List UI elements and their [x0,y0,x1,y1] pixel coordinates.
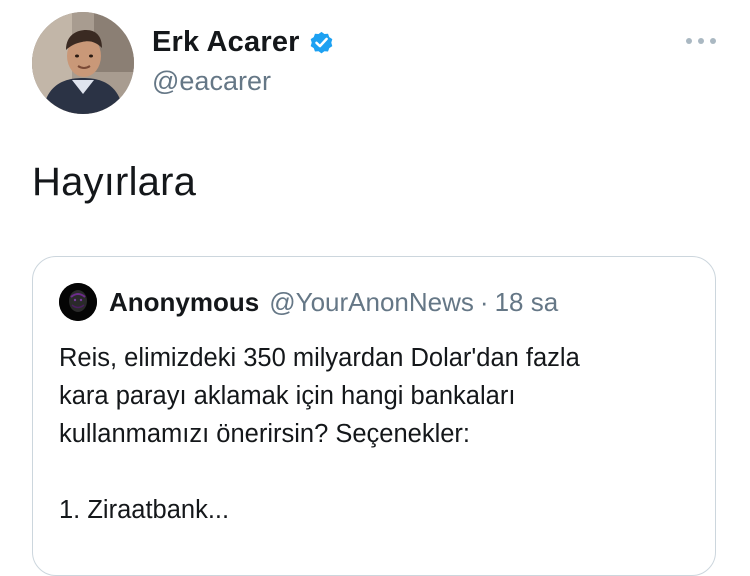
quoted-text-line: Reis, elimizdeki 350 milyardan Dolar'dan… [59,344,580,372]
more-options-icon[interactable] [686,34,716,48]
more-dot [686,38,692,44]
quoted-author-name[interactable]: Anonymous [109,287,259,318]
anonymous-mask-avatar [59,283,97,321]
tweet-text: Hayırlara [32,160,197,204]
more-dot [710,38,716,44]
more-dot [698,38,704,44]
quoted-tweet-time[interactable]: 18 sa [495,287,559,318]
quoted-tweet-header: Anonymous @YourAnonNews · 18 sa [109,287,558,318]
quoted-text-line: kara parayı aklamak için hangi bankaları [59,382,516,410]
author-display-name[interactable]: Erk Acarer [152,26,300,59]
author-name-row: Erk Acarer [152,26,335,59]
author-avatar[interactable] [32,12,134,114]
profile-photo [32,12,134,114]
quoted-tweet-card[interactable]: Anonymous @YourAnonNews · 18 sa Reis, el… [32,256,716,576]
separator-dot: · [479,287,489,317]
author-handle[interactable]: @eacarer [152,66,271,97]
quoted-tweet-body: Reis, elimizdeki 350 milyardan Dolar'dan… [59,339,699,529]
quoted-text-line: 1. Ziraatbank... [59,496,230,524]
quoted-text-blank-line [59,453,699,491]
verified-badge-icon [308,29,335,56]
quoted-author-handle[interactable]: @YourAnonNews [269,287,474,318]
quoted-text-line: kullanmamızı önerirsin? Seçenekler: [59,420,471,448]
